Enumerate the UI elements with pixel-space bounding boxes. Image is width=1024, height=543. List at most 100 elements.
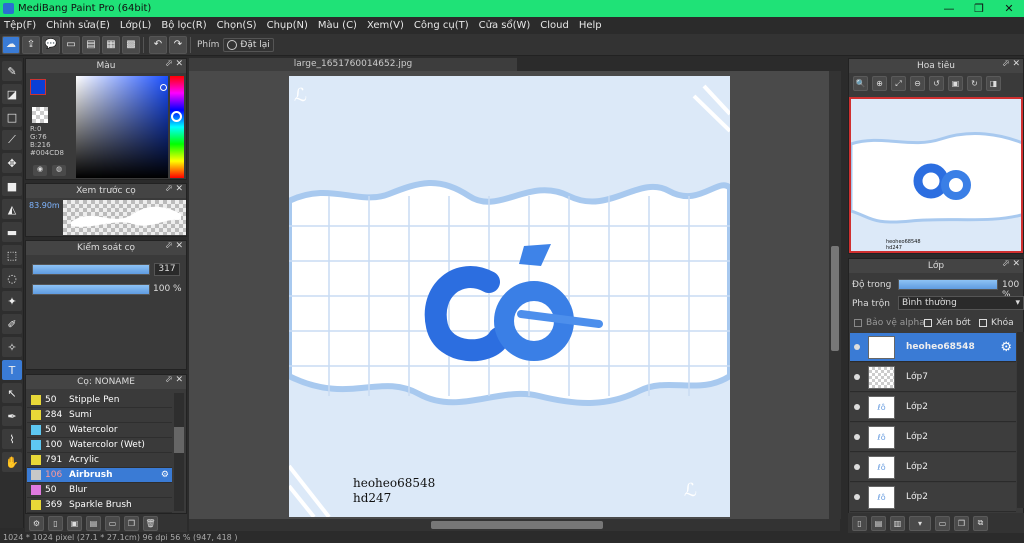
layer-list-scrollbar[interactable]	[1017, 332, 1024, 508]
canvas-horizontal-scrollbar[interactable]	[189, 519, 840, 531]
message-icon[interactable]: ▭	[62, 35, 80, 54]
flip-icon[interactable]: ◨	[986, 76, 1001, 91]
minimize-button[interactable]: —	[934, 2, 964, 15]
layer-item[interactable]: Lớp7	[850, 363, 1016, 392]
zoom-out-icon[interactable]: ⊖	[910, 76, 925, 91]
brush-list-item[interactable]: 50 Watercolor	[27, 423, 172, 438]
line-tool-icon[interactable]: ⟋	[2, 130, 22, 150]
redo-icon[interactable]: ↷	[169, 35, 187, 54]
menu-window[interactable]: Cửa sổ(W)	[475, 20, 537, 31]
folder-icon[interactable]: ▭	[105, 515, 120, 531]
shape-tool-icon[interactable]: □	[2, 107, 22, 127]
new-layer-icon[interactable]: ▯	[852, 515, 867, 531]
menu-filter[interactable]: Bộ lọc(R)	[157, 20, 212, 31]
gear-icon[interactable]: ⚙	[161, 470, 169, 480]
canvas-horizontal-scroll-thumb[interactable]	[431, 521, 603, 529]
maximize-button[interactable]: ❐	[964, 2, 994, 15]
fill-rect-tool-icon[interactable]: ■	[2, 176, 22, 196]
gear-icon[interactable]: ⚙	[1000, 340, 1012, 355]
document-icon[interactable]: ▤	[82, 35, 100, 54]
menu-file[interactable]: Tệp(F)	[0, 20, 42, 31]
brush-opacity-slider[interactable]	[32, 284, 150, 295]
import-brush-icon[interactable]: ▤	[86, 515, 101, 531]
undo-icon[interactable]: ↶	[149, 35, 167, 54]
layer-menu-icon[interactable]: ▾	[909, 515, 931, 531]
duplicate-brush-icon[interactable]: ▣	[67, 515, 82, 531]
select-pen-icon[interactable]: ✐	[2, 314, 22, 334]
brush-list-item[interactable]: 106 Airbrush ⚙	[27, 468, 172, 483]
copy-brush-icon[interactable]: ❐	[124, 515, 139, 531]
menu-tools[interactable]: Công cụ(T)	[410, 20, 475, 31]
layer-item[interactable]: ℓô Lớp2	[850, 393, 1016, 422]
visibility-icon[interactable]	[854, 494, 860, 500]
merge-layer-icon[interactable]: ⧉	[973, 515, 988, 531]
close-button[interactable]: ✕	[994, 2, 1024, 15]
visibility-icon[interactable]	[854, 344, 860, 350]
layer-item[interactable]: ℓô Lớp2	[850, 483, 1016, 512]
clipping-option[interactable]: Xén bớt	[924, 318, 971, 328]
brush-list-scrollbar[interactable]	[174, 393, 184, 511]
panel-close-icon[interactable]: ⬀ ✕	[165, 375, 183, 385]
menu-color[interactable]: Màu (C)	[314, 20, 363, 31]
panel-close-icon[interactable]: ⬀ ✕	[165, 241, 183, 251]
foreground-color-swatch[interactable]	[30, 79, 46, 95]
select-rect-icon[interactable]: ⬚	[2, 245, 22, 265]
rotate-right-icon[interactable]: ↻	[967, 76, 982, 91]
brush-list-item[interactable]: 50 Stipple Pen	[27, 393, 172, 408]
brush-list-item[interactable]: 100 Watercolor (Wet)	[27, 438, 172, 453]
protect-alpha-option[interactable]: Bảo vệ alpha	[854, 318, 925, 328]
eyedropper-icon[interactable]: ⌇	[2, 429, 22, 449]
panel-close-icon[interactable]: ⬀ ✕	[165, 184, 183, 194]
menu-help[interactable]: Help	[575, 20, 608, 31]
move-tool-icon[interactable]: ✥	[2, 153, 22, 173]
hand-tool-icon[interactable]: ✋	[2, 452, 22, 472]
layer-item[interactable]: ℓô Lớp2	[850, 453, 1016, 482]
brush-list-item[interactable]: 50 Blur	[27, 483, 172, 498]
duplicate-layer-icon[interactable]: ❐	[954, 515, 969, 531]
fit-icon[interactable]: ⤢	[891, 76, 906, 91]
layer-opacity-slider[interactable]	[898, 279, 998, 290]
hue-slider[interactable]	[170, 76, 184, 178]
panel-close-icon[interactable]: ⬀ ✕	[1002, 59, 1020, 69]
visibility-icon[interactable]	[854, 404, 860, 410]
eraser-tool-icon[interactable]: ◪	[2, 84, 22, 104]
layer-folder-icon[interactable]: ▭	[935, 515, 950, 531]
clipping-checkbox[interactable]	[924, 319, 932, 327]
add-brush-icon[interactable]: ⚙	[29, 515, 44, 531]
new-8bit-layer-icon[interactable]: ▥	[890, 515, 905, 531]
palette-icon[interactable]: ◉	[33, 165, 47, 176]
magic-wand-icon[interactable]: ✦	[2, 291, 22, 311]
protect-alpha-checkbox[interactable]	[854, 319, 862, 327]
gradient-tool-icon[interactable]: ▬	[2, 222, 22, 242]
brush-list-item[interactable]: 791 Acrylic	[27, 453, 172, 468]
brush-size-slider[interactable]	[32, 264, 150, 275]
canvas-vertical-scrollbar[interactable]	[829, 71, 841, 519]
share-icon[interactable]: ⇪	[22, 35, 40, 54]
document-tab[interactable]: large_1651760014652.jpg	[189, 58, 517, 71]
visibility-icon[interactable]	[854, 464, 860, 470]
menu-snap[interactable]: Chụp(N)	[263, 20, 314, 31]
hue-cursor[interactable]	[171, 111, 182, 122]
panel-icon[interactable]: ▦	[102, 35, 120, 54]
saturation-value-picker[interactable]	[76, 76, 168, 178]
menu-layer[interactable]: Lớp(L)	[116, 20, 157, 31]
visibility-icon[interactable]	[854, 434, 860, 440]
actual-size-icon[interactable]: ▣	[948, 76, 963, 91]
grid-icon[interactable]: ▩	[122, 35, 140, 54]
layer-item[interactable]: ℓô Lớp2	[850, 423, 1016, 452]
select-eraser-icon[interactable]: ✧	[2, 337, 22, 357]
menu-edit[interactable]: Chỉnh sửa(E)	[42, 20, 116, 31]
canvas-vertical-scroll-thumb[interactable]	[831, 246, 839, 351]
bucket-tool-icon[interactable]: ◭	[2, 199, 22, 219]
lock-checkbox[interactable]	[979, 319, 987, 327]
brush-list-item[interactable]: 284 Sumi	[27, 408, 172, 423]
lock-option[interactable]: Khóa	[979, 318, 1014, 328]
brush-list-scroll-thumb[interactable]	[174, 427, 184, 453]
rotate-left-icon[interactable]: ↺	[929, 76, 944, 91]
operation-tool-icon[interactable]: ↖	[2, 383, 22, 403]
visibility-icon[interactable]	[854, 374, 860, 380]
canvas-area[interactable]: ℒ ℒ heoheo68548 hd247	[189, 71, 840, 519]
panel-close-icon[interactable]: ⬀ ✕	[165, 59, 183, 69]
new-halftone-layer-icon[interactable]: ▤	[871, 515, 886, 531]
brush-tool-icon[interactable]: ✎	[2, 61, 22, 81]
